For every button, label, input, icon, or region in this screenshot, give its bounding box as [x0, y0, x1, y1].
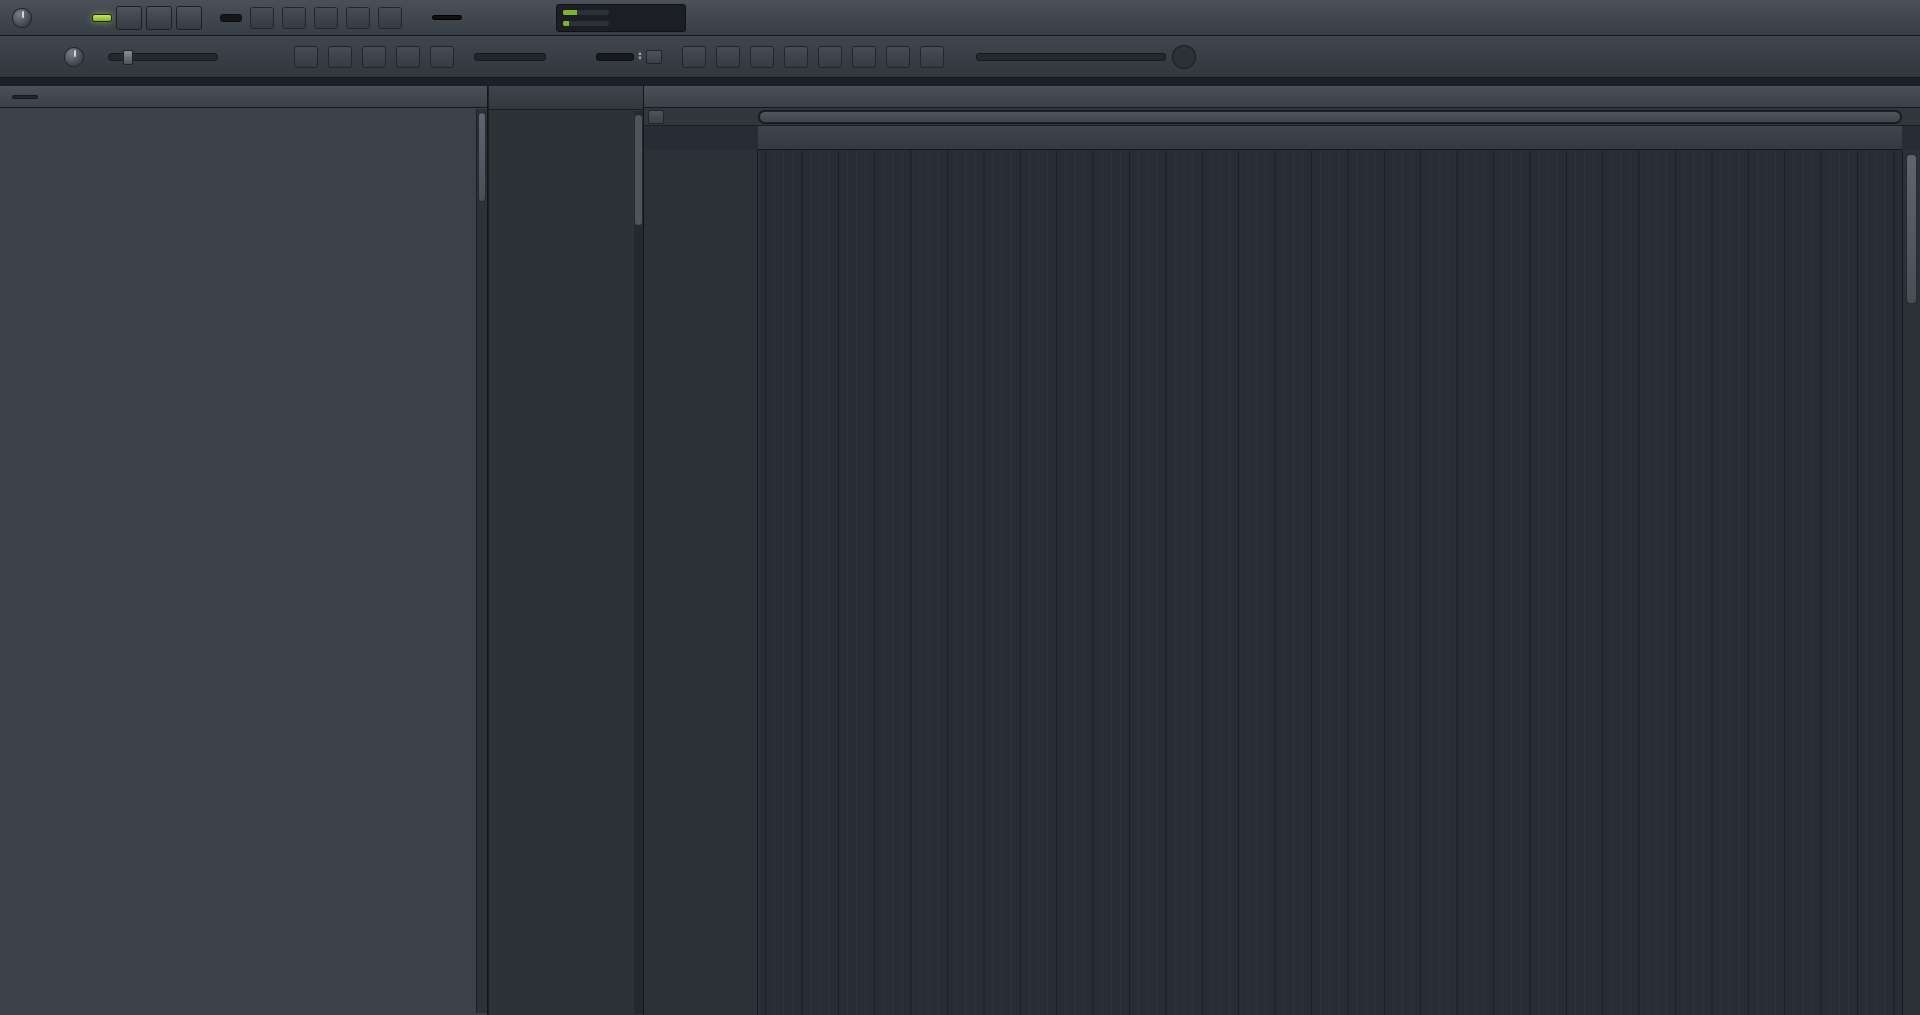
stop-button[interactable] [146, 6, 172, 30]
mixer-icon[interactable] [784, 46, 808, 68]
minimize-button[interactable] [1818, 7, 1848, 29]
pattern-scrollbar-handle[interactable] [635, 115, 642, 225]
metronome-icon[interactable] [346, 7, 370, 29]
pattern-spinner[interactable]: ▲▼ [637, 52, 643, 62]
pattern-list-panel [489, 86, 644, 1015]
playlist-toolrow [644, 108, 1920, 126]
pattern-scrollbar[interactable] [634, 111, 643, 1014]
plugin-picker-icon[interactable] [852, 46, 876, 68]
hint-panel [976, 53, 1166, 61]
secondary-toolbar: ▲▼ [0, 36, 1920, 78]
shuffle-knob[interactable] [12, 8, 32, 28]
play-button[interactable] [116, 6, 142, 30]
hscrollbar-handle[interactable] [760, 112, 1900, 122]
tempo-display[interactable] [220, 14, 242, 22]
vscrollbar-handle[interactable] [1906, 154, 1917, 304]
add-pattern-button[interactable] [646, 50, 662, 64]
typing-to-piano-icon[interactable] [294, 46, 318, 68]
menu-bar [0, 0, 1920, 36]
song-mode-button[interactable] [92, 14, 112, 22]
channel-filter-dropdown[interactable] [12, 95, 38, 99]
playlist-titlebar [644, 86, 1920, 108]
clipboard-icon[interactable] [886, 46, 910, 68]
mic-monitor-icon[interactable] [430, 46, 454, 68]
fl-studio-window: ▲▼ [0, 0, 1920, 1015]
info-icon[interactable] [912, 7, 936, 29]
export-icon[interactable] [880, 7, 904, 29]
close-button[interactable] [1882, 7, 1912, 29]
pattern-selector-value[interactable] [596, 53, 634, 61]
track-headers [644, 150, 758, 1015]
pattern-list-toolbar [489, 86, 643, 110]
time-display [432, 15, 462, 20]
undo-icon[interactable] [720, 7, 744, 29]
draw-tool-icon[interactable] [362, 46, 386, 68]
channel-rack-icon[interactable] [750, 46, 774, 68]
pattern-selector: ▲▼ [596, 50, 662, 64]
curve-type-dropdown[interactable] [474, 53, 546, 61]
main-volume-slider[interactable] [108, 53, 218, 61]
maximize-button[interactable] [1850, 7, 1880, 29]
piano-roll-icon[interactable] [716, 46, 740, 68]
loop-record-icon[interactable] [314, 7, 338, 29]
playlist-view-icon[interactable] [682, 46, 706, 68]
channel-rack-panel [0, 86, 488, 1015]
mic-icon[interactable] [784, 7, 808, 29]
follow-playback-icon[interactable] [328, 46, 352, 68]
channel-rack-header [0, 86, 487, 108]
playlist-canvas[interactable] [758, 150, 1902, 1015]
playlist-vscrollbar[interactable] [1902, 150, 1920, 1015]
polyphony-meter [563, 21, 609, 26]
cut-icon[interactable] [752, 7, 776, 29]
tools-icon[interactable] [920, 46, 944, 68]
typing-keyboard-icon[interactable] [378, 7, 402, 29]
window-controls [1818, 7, 1912, 29]
next-arrow-icon[interactable] [556, 46, 580, 68]
main-pitch-knob[interactable] [64, 47, 84, 67]
playlist-hscrollbar[interactable] [758, 110, 1902, 124]
volume-slider-handle[interactable] [123, 50, 133, 65]
rack-scrollbar-handle[interactable] [478, 112, 486, 202]
slide-tool-icon[interactable] [396, 46, 420, 68]
news-globe-icon[interactable] [1172, 45, 1196, 69]
add-track-button[interactable] [648, 110, 664, 124]
save-icon[interactable] [848, 7, 872, 29]
pattern-list [489, 110, 633, 1015]
timeline-ruler[interactable] [758, 126, 1902, 150]
overdub-icon[interactable] [282, 7, 306, 29]
waveform-icon[interactable] [250, 7, 274, 29]
browser-icon[interactable] [818, 46, 842, 68]
cpu-panel [556, 4, 686, 32]
rack-scrollbar[interactable] [476, 109, 487, 1013]
download-icon[interactable] [944, 7, 968, 29]
cpu-meter [563, 10, 609, 15]
channel-list [0, 108, 475, 1015]
help-icon[interactable] [816, 7, 840, 29]
playlist-window [644, 86, 1920, 1015]
record-button[interactable] [176, 6, 202, 30]
